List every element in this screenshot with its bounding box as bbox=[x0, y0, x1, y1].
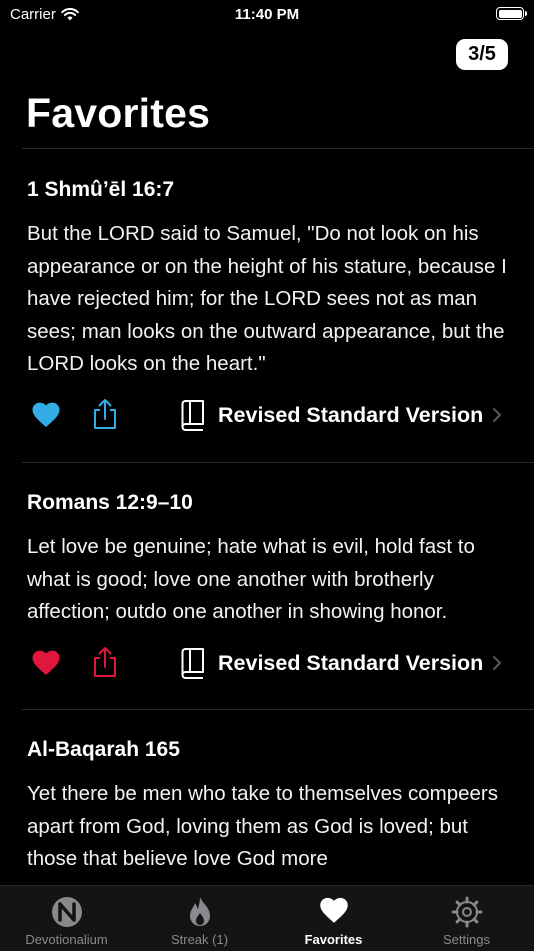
tab-favorites[interactable]: Favorites bbox=[267, 886, 400, 951]
verse-text: But the LORD said to Samuel, "Do not loo… bbox=[27, 222, 507, 375]
tab-devotionalium[interactable]: Devotionalium bbox=[0, 886, 133, 951]
verse-text: Let love be genuine; hate what is evil, … bbox=[27, 535, 475, 623]
card-actions: Revised Standard Version bbox=[0, 397, 534, 437]
favorite-card: Al-Baqarah 165 Yet there be men who take… bbox=[0, 738, 534, 885]
tab-label: Streak (1) bbox=[170, 932, 229, 947]
favorite-card: 1 Shmûʼēl 16:7 But the LORD said to Samu… bbox=[0, 178, 534, 458]
heart-icon[interactable] bbox=[31, 401, 61, 428]
bible-version-link[interactable]: Revised Standard Version bbox=[180, 647, 483, 679]
chevron-right-icon bbox=[493, 656, 501, 670]
verse-reference: Al-Baqarah 165 bbox=[27, 738, 180, 761]
verse-text: Yet there be men who take to themselves … bbox=[27, 782, 498, 870]
tab-label: Devotionalium bbox=[25, 932, 108, 947]
tab-streak[interactable]: Streak (1) bbox=[133, 886, 266, 951]
heart-icon[interactable] bbox=[31, 649, 61, 676]
tab-label: Settings bbox=[443, 932, 490, 947]
chevron-right-icon bbox=[493, 408, 501, 422]
book-icon bbox=[181, 648, 204, 679]
tab-label: Favorites bbox=[304, 932, 363, 947]
share-icon[interactable] bbox=[91, 645, 119, 679]
divider bbox=[22, 709, 534, 710]
favorite-card: Romans 12:9–10 Let love be genuine; hate… bbox=[0, 491, 534, 706]
bible-version-label: Revised Standard Version bbox=[218, 650, 484, 675]
heart-icon bbox=[319, 897, 348, 923]
page-title: Favorites bbox=[26, 90, 211, 136]
tab-settings[interactable]: Settings bbox=[400, 886, 533, 951]
card-actions: Revised Standard Version bbox=[0, 645, 534, 685]
verse-reference: 1 Shmûʼēl 16:7 bbox=[27, 178, 175, 201]
share-icon[interactable] bbox=[91, 397, 119, 431]
tab-bar: Devotionalium Streak (1) Favorites Setti… bbox=[0, 885, 534, 951]
flame-icon bbox=[189, 897, 210, 926]
page-indicator-badge: 3/5 bbox=[456, 39, 508, 70]
divider bbox=[22, 148, 534, 149]
bible-version-link[interactable]: Revised Standard Version bbox=[180, 399, 483, 431]
divider bbox=[22, 462, 534, 463]
verse-reference: Romans 12:9–10 bbox=[27, 491, 193, 514]
gear-icon bbox=[451, 896, 482, 928]
book-icon bbox=[181, 400, 204, 431]
bible-version-label: Revised Standard Version bbox=[218, 402, 484, 427]
battery-icon bbox=[496, 7, 527, 20]
status-bar: Carrier 11:40 PM bbox=[0, 0, 534, 30]
devotionalium-logo-icon bbox=[51, 897, 82, 927]
status-time: 11:40 PM bbox=[234, 6, 300, 23]
